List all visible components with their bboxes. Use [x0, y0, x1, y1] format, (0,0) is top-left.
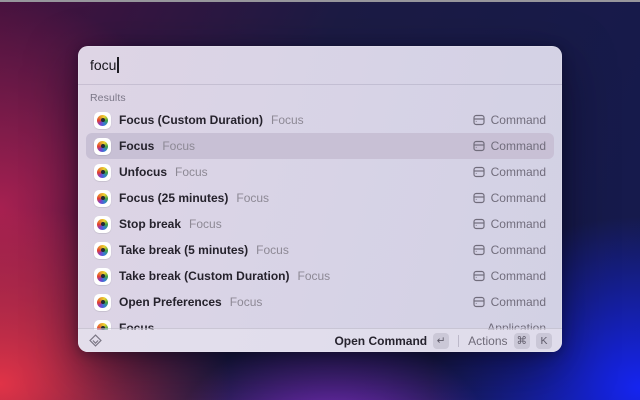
result-accessory: Command [473, 113, 546, 127]
result-title: Take break (Custom Duration) [119, 269, 289, 283]
action-bar: Open Command ↵ Actions ⌘ K [78, 328, 562, 352]
list-item[interactable]: Focus (25 minutes) Focus Command [86, 185, 554, 211]
focus-app-icon [94, 242, 111, 259]
search-input[interactable]: focu [90, 57, 550, 73]
result-accessory: Command [473, 139, 546, 153]
list-item[interactable]: Stop break Focus Command [86, 211, 554, 237]
result-subtitle: Focus [189, 217, 222, 231]
result-subtitle: Focus [256, 243, 289, 257]
result-subtitle: Focus [271, 113, 304, 127]
focus-app-icon [94, 112, 111, 129]
result-accessory: Command [473, 295, 546, 309]
result-type-label: Command [491, 165, 546, 179]
list-item[interactable]: Focus (Custom Duration) Focus Command [86, 107, 554, 133]
result-type-label: Command [491, 113, 546, 127]
focus-app-icon [94, 164, 111, 181]
command-type-icon [473, 140, 485, 152]
focus-app-icon [94, 216, 111, 233]
result-title: Focus [119, 139, 154, 153]
list-item[interactable]: Take break (Custom Duration) Focus Comma… [86, 263, 554, 289]
menu-bar-edge [0, 0, 640, 2]
footer-actions: Open Command ↵ Actions ⌘ K [334, 333, 552, 349]
open-command-button[interactable]: Open Command [334, 334, 427, 348]
command-type-icon [473, 270, 485, 282]
list-item[interactable]: Open Preferences Focus Command [86, 289, 554, 315]
focus-app-icon [94, 138, 111, 155]
result-title: Focus (Custom Duration) [119, 113, 263, 127]
result-subtitle: Focus [236, 191, 269, 205]
result-type-label: Command [491, 243, 546, 257]
command-type-icon [473, 244, 485, 256]
result-subtitle: Focus [175, 165, 208, 179]
result-title: Stop break [119, 217, 181, 231]
result-title: Open Preferences [119, 295, 222, 309]
result-subtitle: Focus [230, 295, 263, 309]
focus-app-icon [94, 190, 111, 207]
command-type-icon [473, 166, 485, 178]
raycast-logo-icon [88, 333, 103, 348]
command-type-icon [473, 114, 485, 126]
command-type-icon [473, 192, 485, 204]
desktop-background: focu Results Focus (Custom Duration) Foc… [0, 0, 640, 400]
result-accessory: Command [473, 165, 546, 179]
command-type-icon [473, 218, 485, 230]
result-type-label: Command [491, 139, 546, 153]
search-bar: focu [78, 46, 562, 85]
cmd-key-badge: ⌘ [514, 333, 531, 349]
command-type-icon [473, 296, 485, 308]
list-item[interactable]: Unfocus Focus Command [86, 159, 554, 185]
search-query-text: focu [90, 57, 116, 73]
result-accessory: Command [473, 217, 546, 231]
result-subtitle: Focus [297, 269, 330, 283]
text-caret [117, 57, 119, 73]
footer-divider [458, 335, 459, 347]
result-title: Focus (25 minutes) [119, 191, 228, 205]
list-item[interactable]: Focus Focus Command [86, 133, 554, 159]
return-key-badge: ↵ [433, 333, 449, 349]
result-title: Take break (5 minutes) [119, 243, 248, 257]
result-title: Unfocus [119, 165, 167, 179]
result-type-label: Command [491, 269, 546, 283]
focus-app-icon [94, 294, 111, 311]
focus-app-icon [94, 268, 111, 285]
results-section-label: Results [78, 85, 562, 107]
result-type-label: Command [491, 295, 546, 309]
launcher-window: focu Results Focus (Custom Duration) Foc… [78, 46, 562, 352]
result-accessory: Command [473, 191, 546, 205]
result-accessory: Command [473, 243, 546, 257]
k-key-badge: K [536, 333, 552, 349]
result-type-label: Command [491, 191, 546, 205]
list-item[interactable]: Take break (5 minutes) Focus Command [86, 237, 554, 263]
result-type-label: Command [491, 217, 546, 231]
result-subtitle: Focus [162, 139, 195, 153]
result-accessory: Command [473, 269, 546, 283]
actions-button[interactable]: Actions [468, 334, 507, 348]
results-list: Focus (Custom Duration) Focus Command Fo… [78, 107, 562, 330]
